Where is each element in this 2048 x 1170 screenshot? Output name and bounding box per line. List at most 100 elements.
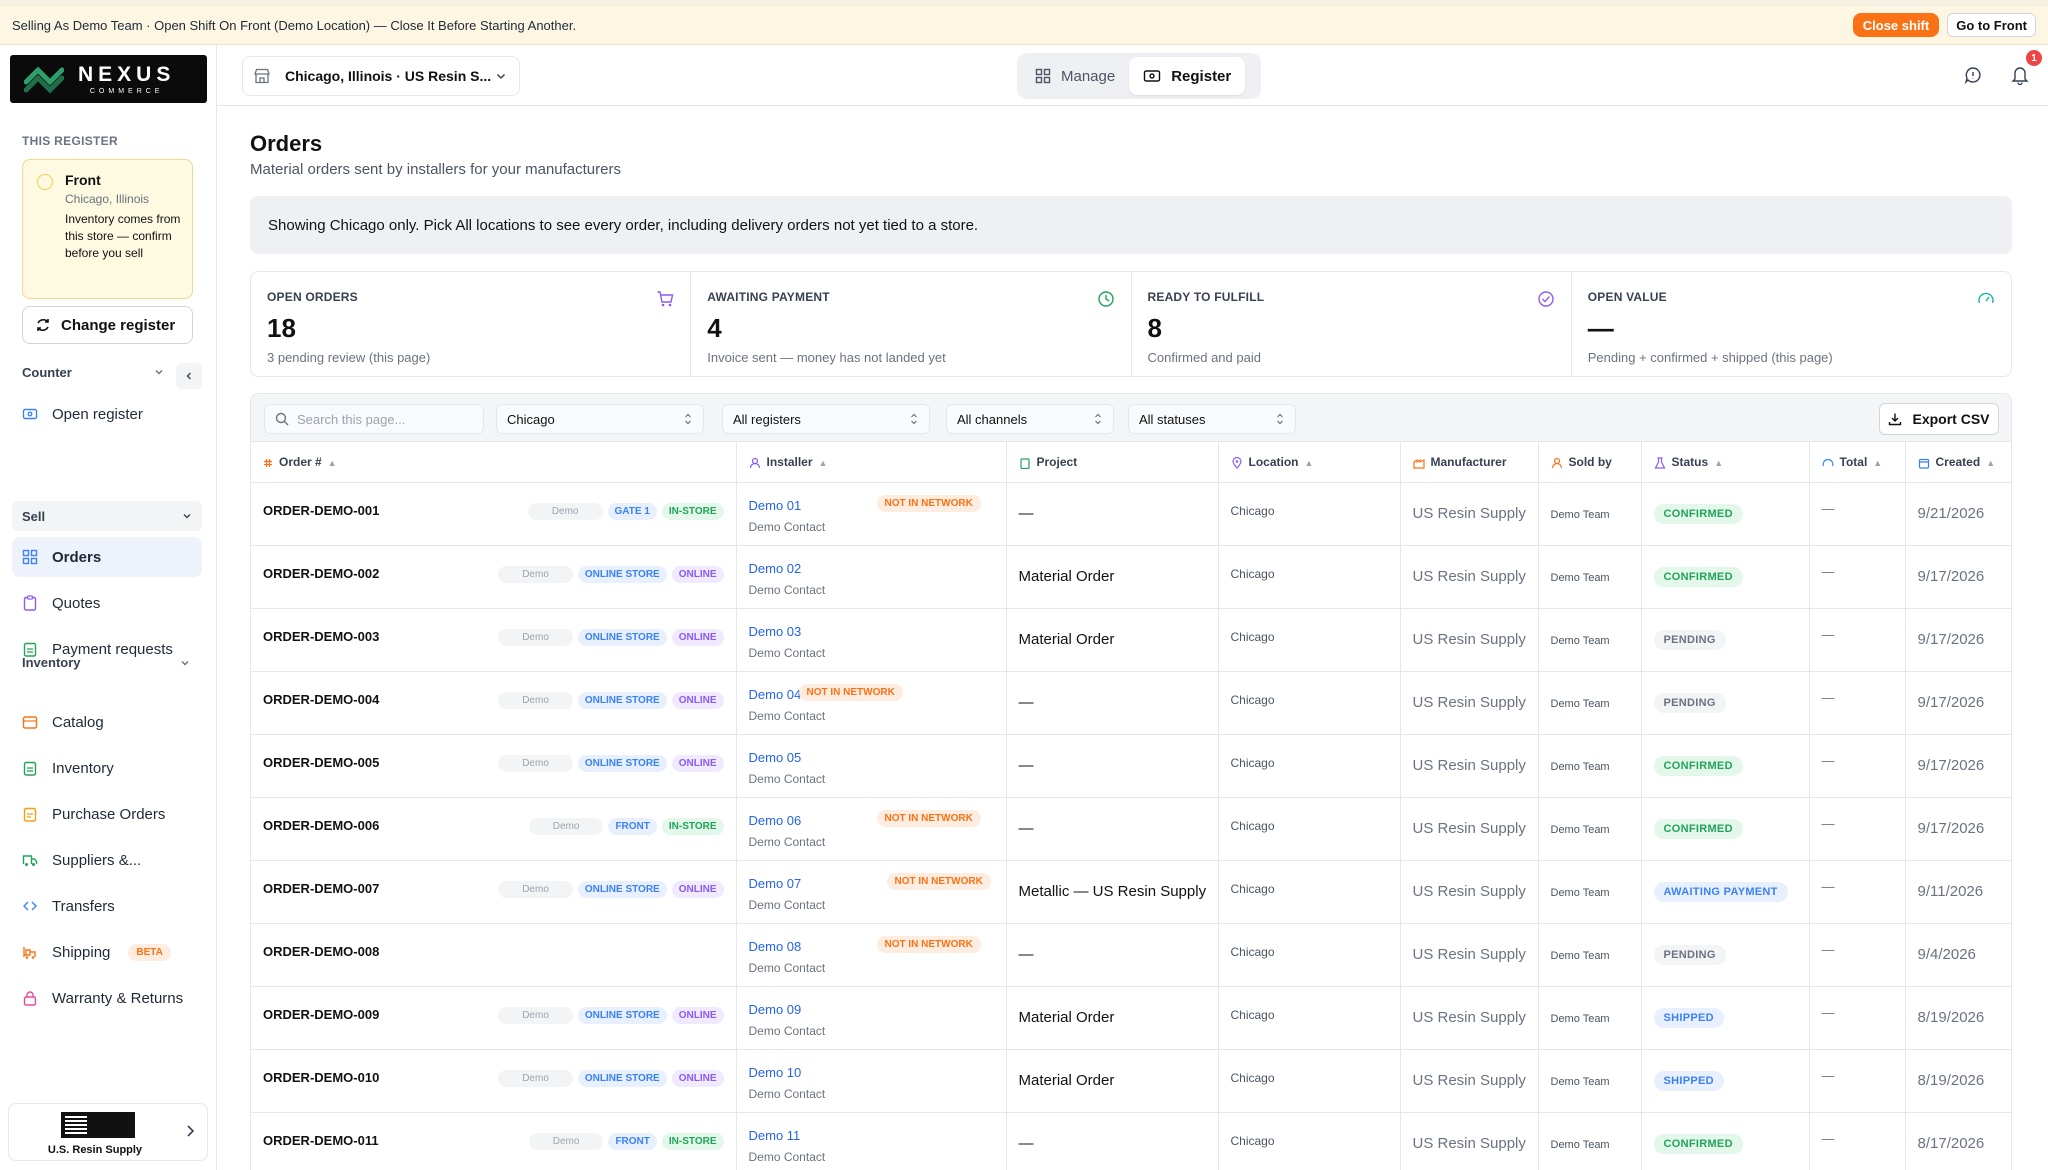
total-value: —	[1821, 753, 1835, 768]
order-id-cell[interactable]: ORDER-DEMO-001 Demo GATE 1 IN-STORE	[251, 482, 736, 546]
order-id-cell[interactable]: ORDER-DEMO-010 Demo ONLINE STORE ONLINE	[251, 1049, 736, 1113]
column-header-project[interactable]: Project	[1005, 442, 1218, 483]
column-header-installer[interactable]: Installer ▲	[735, 442, 1006, 483]
table-row[interactable]: ORDER-DEMO-006 Demo FRONT IN-STORE Demo 06…	[251, 797, 2011, 861]
channel-filter-select[interactable]: All channels	[946, 404, 1114, 434]
table-row[interactable]: ORDER-DEMO-008 Demo 08 NOT IN NETWORK De…	[251, 923, 2011, 987]
sidebar-item-shipping[interactable]: Shipping BETA	[12, 932, 202, 972]
manage-mode-button[interactable]: Manage	[1021, 57, 1129, 95]
sidebar-item-orders[interactable]: Orders	[12, 537, 202, 577]
sold-by-cell: Demo Team	[1537, 923, 1641, 987]
table-row[interactable]: ORDER-DEMO-009 Demo ONLINE STORE ONLINE De…	[251, 986, 2011, 1050]
order-id-cell[interactable]: ORDER-DEMO-008	[251, 923, 736, 987]
location-select[interactable]: Chicago, Illinois · US Resin S...	[242, 56, 520, 96]
register-mode-button[interactable]: Register	[1129, 57, 1246, 95]
order-id[interactable]: ORDER-DEMO-010	[263, 1070, 379, 1085]
brand-logo[interactable]: NEXUS COMMERCE	[10, 55, 207, 103]
table-row[interactable]: ORDER-DEMO-011 Demo FRONT IN-STORE Demo 11…	[251, 1112, 2011, 1170]
column-header-location[interactable]: Location ▲	[1217, 442, 1400, 483]
installer-link[interactable]: Demo 03	[749, 624, 802, 639]
installer-link[interactable]: Demo 01	[749, 498, 802, 513]
project-cell: —	[1005, 923, 1218, 987]
order-id[interactable]: ORDER-DEMO-004	[263, 692, 379, 707]
counter-group-toggle[interactable]: Counter	[22, 365, 192, 380]
sidebar-item-quotes[interactable]: Quotes	[12, 583, 202, 623]
table-row[interactable]: ORDER-DEMO-003 Demo ONLINE STORE ONLINE De…	[251, 608, 2011, 672]
table-row[interactable]: ORDER-DEMO-002 Demo ONLINE STORE ONLINE De…	[251, 545, 2011, 609]
project-name: Material Order	[1018, 1072, 1115, 1089]
sidebar-item-transfers[interactable]: Transfers	[12, 886, 202, 926]
order-id[interactable]: ORDER-DEMO-009	[263, 1007, 379, 1022]
location-name: Chicago	[1230, 881, 1275, 896]
location-filter-select[interactable]: Chicago	[496, 404, 704, 434]
sidebar-item-warranty-returns[interactable]: Warranty & Returns	[12, 978, 202, 1018]
refresh-icon	[37, 318, 49, 332]
order-id[interactable]: ORDER-DEMO-006	[263, 818, 379, 833]
installer-link[interactable]: Demo 11	[749, 1128, 801, 1143]
order-tag: ONLINE STORE	[577, 565, 667, 583]
installer-link[interactable]: Demo 02	[749, 561, 802, 576]
order-id[interactable]: ORDER-DEMO-007	[263, 881, 379, 896]
installer-link[interactable]: Demo 10	[749, 1065, 802, 1080]
bell-icon[interactable]	[2009, 64, 2031, 86]
collapse-sidebar-button[interactable]	[176, 363, 202, 389]
installer-link[interactable]: Demo 06	[749, 813, 802, 828]
register-filter-select[interactable]: All registers	[722, 404, 930, 434]
change-register-button[interactable]: Change register	[22, 306, 193, 344]
sell-group-toggle[interactable]: Sell	[12, 501, 202, 531]
order-id-cell[interactable]: ORDER-DEMO-006 Demo FRONT IN-STORE	[251, 797, 736, 861]
stat-label: READY TO FULFILL	[1147, 290, 1265, 304]
installer-link[interactable]: Demo 07	[749, 876, 802, 891]
order-id-cell[interactable]: ORDER-DEMO-011 Demo FRONT IN-STORE	[251, 1112, 736, 1170]
order-id-cell[interactable]: ORDER-DEMO-002 Demo ONLINE STORE ONLINE	[251, 545, 736, 609]
column-header-total[interactable]: Total ▲	[1808, 442, 1905, 483]
order-id-cell[interactable]: ORDER-DEMO-009 Demo ONLINE STORE ONLINE	[251, 986, 736, 1050]
order-id[interactable]: ORDER-DEMO-008	[263, 944, 379, 959]
installer-link[interactable]: Demo 09	[749, 1002, 802, 1017]
order-tag: ONLINE STORE	[577, 1006, 667, 1024]
sidebar-item-purchase-orders[interactable]: Purchase Orders	[12, 794, 202, 834]
column-header-sold-by[interactable]: Sold by	[1537, 442, 1641, 483]
order-id[interactable]: ORDER-DEMO-001	[263, 503, 379, 518]
store-switcher[interactable]: U.S. Resin Supply	[8, 1103, 208, 1161]
manage-label: Manage	[1061, 67, 1116, 85]
order-id[interactable]: ORDER-DEMO-011	[263, 1133, 379, 1148]
manufacturer-cell: US Resin Supply	[1399, 797, 1538, 861]
table-row[interactable]: ORDER-DEMO-005 Demo ONLINE STORE ONLINE De…	[251, 734, 2011, 798]
table-row[interactable]: ORDER-DEMO-010 Demo ONLINE STORE ONLINE De…	[251, 1049, 2011, 1113]
order-id[interactable]: ORDER-DEMO-003	[263, 629, 379, 644]
installer-link[interactable]: Demo 05	[749, 750, 802, 765]
column-header-created[interactable]: Created ▲	[1904, 442, 2011, 483]
sidebar-item-suppliers[interactable]: Suppliers &...	[12, 840, 202, 880]
order-id-cell[interactable]: ORDER-DEMO-004 Demo ONLINE STORE ONLINE	[251, 671, 736, 735]
sidebar-item-inventory[interactable]: Inventory	[12, 748, 202, 788]
order-id-cell[interactable]: ORDER-DEMO-007 Demo ONLINE STORE ONLINE	[251, 860, 736, 924]
sidebar-item-catalog[interactable]: Catalog	[12, 702, 202, 742]
installer-link[interactable]: Demo 08	[749, 939, 802, 954]
go-to-front-button[interactable]: Go to Front	[1947, 13, 2036, 37]
sidebar-item-open-register[interactable]: Open register	[12, 394, 202, 434]
column-header-status[interactable]: Status ▲	[1640, 442, 1809, 483]
project-name: Material Order	[1018, 631, 1115, 648]
order-tag: ONLINE	[671, 691, 724, 709]
table-row[interactable]: ORDER-DEMO-007 Demo ONLINE STORE ONLINE De…	[251, 860, 2011, 924]
order-id[interactable]: ORDER-DEMO-002	[263, 566, 379, 581]
export-csv-button[interactable]: Export CSV	[1879, 403, 1999, 435]
column-header-manufacturer[interactable]: Manufacturer	[1399, 442, 1538, 483]
close-shift-button[interactable]: Close shift	[1852, 13, 1940, 37]
stat-note: Pending + confirmed + shipped (this page…	[1587, 350, 1833, 365]
table-row[interactable]: ORDER-DEMO-001 Demo GATE 1 IN-STORE Demo 0…	[251, 482, 2011, 546]
order-id-cell[interactable]: ORDER-DEMO-003 Demo ONLINE STORE ONLINE	[251, 608, 736, 672]
inventory-group-toggle[interactable]: Inventory	[22, 655, 192, 670]
order-id-cell[interactable]: ORDER-DEMO-005 Demo ONLINE STORE ONLINE	[251, 734, 736, 798]
column-header-order[interactable]: Order # ▲	[251, 442, 736, 483]
status-filter-select[interactable]: All statuses	[1128, 404, 1296, 434]
manufacturer-name: US Resin Supply	[1412, 946, 1526, 963]
store-name: U.S. Resin Supply	[47, 1144, 143, 1156]
order-id[interactable]: ORDER-DEMO-005	[263, 755, 379, 770]
table-row[interactable]: ORDER-DEMO-004 Demo ONLINE STORE ONLINE De…	[251, 671, 2011, 735]
installer-link[interactable]: Demo 04	[749, 687, 802, 702]
search-input[interactable]	[297, 411, 467, 427]
logo-mark-icon	[23, 62, 65, 96]
chat-icon[interactable]	[1962, 64, 1984, 86]
